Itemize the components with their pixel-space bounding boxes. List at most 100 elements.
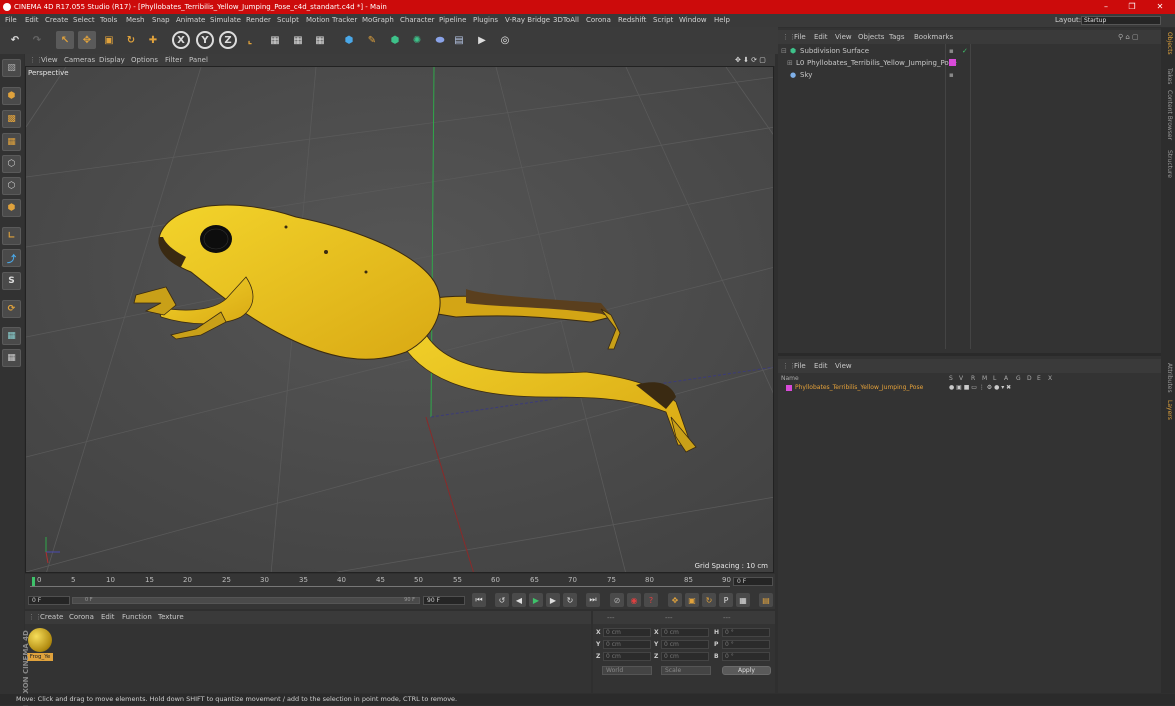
menu-create[interactable]: Create xyxy=(45,14,68,27)
snap-icon[interactable]: S xyxy=(2,272,21,290)
menu-snap[interactable]: Snap xyxy=(152,14,170,27)
redo-icon[interactable]: ↷ xyxy=(28,31,46,49)
lm-menu-view[interactable]: View xyxy=(835,359,852,373)
render-settings-icon[interactable]: ▦ xyxy=(311,31,329,49)
object-name[interactable]: Subdivision Surface xyxy=(800,45,869,57)
lm-menu-file[interactable]: File xyxy=(794,359,806,373)
menu-3dtoall[interactable]: 3DToAll xyxy=(553,14,579,27)
y-axis-lock-button[interactable]: Y xyxy=(196,31,214,49)
light-icon[interactable]: ◎ xyxy=(496,31,514,49)
viewport-menu-display[interactable]: Display xyxy=(99,54,125,66)
scale-select[interactable]: Scale xyxy=(661,666,711,675)
pos-x-field[interactable]: 0 cm xyxy=(603,628,651,637)
record-keys-icon[interactable]: ⊘ xyxy=(610,593,624,607)
viewport-menu-view[interactable]: View xyxy=(41,54,58,66)
object-row-sky[interactable]: ● Sky ▪ xyxy=(778,69,1161,81)
menu-character[interactable]: Character xyxy=(400,14,435,27)
workplane-lock-icon[interactable]: ▦ xyxy=(2,349,21,367)
coordinate-system-icon[interactable]: ⌞ xyxy=(241,31,259,49)
axis-mode-icon[interactable]: ∟ xyxy=(2,227,21,245)
om-menu-bookmarks[interactable]: Bookmarks xyxy=(914,30,953,44)
menu-simulate[interactable]: Simulate xyxy=(210,14,241,27)
menu-mograph[interactable]: MoGraph xyxy=(362,14,394,27)
viewport-menu-cameras[interactable]: Cameras xyxy=(64,54,95,66)
subdivision-icon[interactable]: ⬢ xyxy=(386,31,404,49)
live-selection-icon[interactable]: ↖ xyxy=(56,31,74,49)
tab-attributes[interactable]: Attributes xyxy=(1163,363,1173,393)
object-name[interactable]: Sky xyxy=(800,69,812,81)
layer-name[interactable]: Phyllobates_Terribilis_Yellow_Jumping_Po… xyxy=(795,383,923,393)
viewport-navigation-icon[interactable]: ✥ ⬇ ⟳ ▢ xyxy=(735,54,766,66)
material-menu-texture[interactable]: Texture xyxy=(158,611,184,624)
key-parameter-icon[interactable]: P xyxy=(719,593,733,607)
frame-range-slider[interactable]: 0 F 90 F xyxy=(72,597,420,604)
material-menu-corona[interactable]: Corona xyxy=(69,611,94,624)
visibility-toggle-icon[interactable]: ▪ xyxy=(949,45,954,57)
keyframe-selection-icon[interactable]: ? xyxy=(644,593,658,607)
next-key-button[interactable]: ↻ xyxy=(563,593,577,607)
workplane-icon[interactable]: ▦ xyxy=(2,133,21,151)
material-name[interactable]: Frog_Ye xyxy=(27,653,53,661)
menu-pipeline[interactable]: Pipeline xyxy=(439,14,466,27)
expand-icon[interactable]: ⊞ xyxy=(787,57,793,69)
menu-corona[interactable]: Corona xyxy=(586,14,611,27)
x-axis-lock-button[interactable]: X xyxy=(172,31,190,49)
go-to-end-button[interactable]: ⏭ xyxy=(586,593,600,607)
menu-redshift[interactable]: Redshift xyxy=(618,14,646,27)
grid-lock-icon[interactable]: ▦ xyxy=(2,327,21,345)
size-z-field[interactable]: 0 cm xyxy=(661,652,709,661)
edges-mode-icon[interactable]: ⬡ xyxy=(2,177,21,195)
menu-select[interactable]: Select xyxy=(73,14,95,27)
previous-frame-button[interactable]: ◀ xyxy=(512,593,526,607)
viewport-menu-options[interactable]: Options xyxy=(131,54,158,66)
render-picture-viewer-icon[interactable]: ▦ xyxy=(289,31,307,49)
menu-window[interactable]: Window xyxy=(679,14,707,27)
tab-content-browser[interactable]: Content Browser xyxy=(1163,90,1173,140)
world-select[interactable]: World xyxy=(602,666,652,675)
layout-select[interactable]: Startup xyxy=(1081,16,1161,25)
tab-structure[interactable]: Structure xyxy=(1163,150,1173,178)
rot-h-field[interactable]: 0 ° xyxy=(722,628,770,637)
scale-tool-icon[interactable]: ▣ xyxy=(100,31,118,49)
layer-color-swatch[interactable] xyxy=(786,385,792,391)
z-axis-lock-button[interactable]: Z xyxy=(219,31,237,49)
tweak-mode-icon[interactable]: ⤴ xyxy=(2,249,21,267)
material-menu-create[interactable]: Create xyxy=(40,611,63,624)
tab-objects[interactable]: Objects xyxy=(1163,32,1173,55)
om-menu-file[interactable]: File xyxy=(794,30,806,44)
rotate-tool-icon[interactable]: ↻ xyxy=(122,31,140,49)
camera-icon[interactable]: ▶ xyxy=(473,31,491,49)
maximize-button[interactable]: ❐ xyxy=(1122,0,1142,14)
size-y-field[interactable]: 0 cm xyxy=(661,640,709,649)
points-mode-icon[interactable]: ⬡ xyxy=(2,155,21,173)
key-position-icon[interactable]: ✥ xyxy=(668,593,682,607)
key-pla-icon[interactable]: ▦ xyxy=(736,593,750,607)
menu-animate[interactable]: Animate xyxy=(176,14,205,27)
deformer-icon[interactable]: ⬬ xyxy=(431,31,449,49)
next-frame-button[interactable]: ▶ xyxy=(546,593,560,607)
rot-b-field[interactable]: 0 ° xyxy=(722,652,770,661)
pos-z-field[interactable]: 0 cm xyxy=(603,652,651,661)
om-menu-edit[interactable]: Edit xyxy=(814,30,828,44)
viewport-menu-filter[interactable]: Filter xyxy=(165,54,182,66)
render-view-icon[interactable]: ▦ xyxy=(266,31,284,49)
object-row-frog[interactable]: ⊞ L0 Phyllobates_Terribilis_Yellow_Jumpi… xyxy=(778,57,1161,69)
material-menu-edit[interactable]: Edit xyxy=(101,611,115,624)
magnet-icon[interactable]: ⟳ xyxy=(2,300,21,318)
cube-icon[interactable]: ⬢ xyxy=(340,31,358,49)
autokey-icon[interactable]: ◉ xyxy=(627,593,641,607)
tab-layers[interactable]: Layers xyxy=(1163,400,1173,420)
menu-file[interactable]: File xyxy=(5,14,17,27)
previous-key-button[interactable]: ↺ xyxy=(495,593,509,607)
floor-icon[interactable]: ▤ xyxy=(450,31,468,49)
menu-motion-tracker[interactable]: Motion Tracker xyxy=(306,14,357,27)
texture-mode-icon[interactable]: ▩ xyxy=(2,110,21,128)
menu-sculpt[interactable]: Sculpt xyxy=(277,14,299,27)
om-menu-objects[interactable]: Objects xyxy=(858,30,884,44)
om-search-icon[interactable]: ⚲ ⌂ ▢ xyxy=(1118,30,1139,44)
go-to-start-button[interactable]: ⏮ xyxy=(472,593,486,607)
viewport-menu-panel[interactable]: Panel xyxy=(189,54,208,66)
layer-flags-icon[interactable]: ● ▣ ■ ▭ ⋮ ⚙ ● ▾ ✖ xyxy=(949,383,1011,393)
key-rotation-icon[interactable]: ↻ xyxy=(702,593,716,607)
undo-icon[interactable]: ↶ xyxy=(6,31,24,49)
